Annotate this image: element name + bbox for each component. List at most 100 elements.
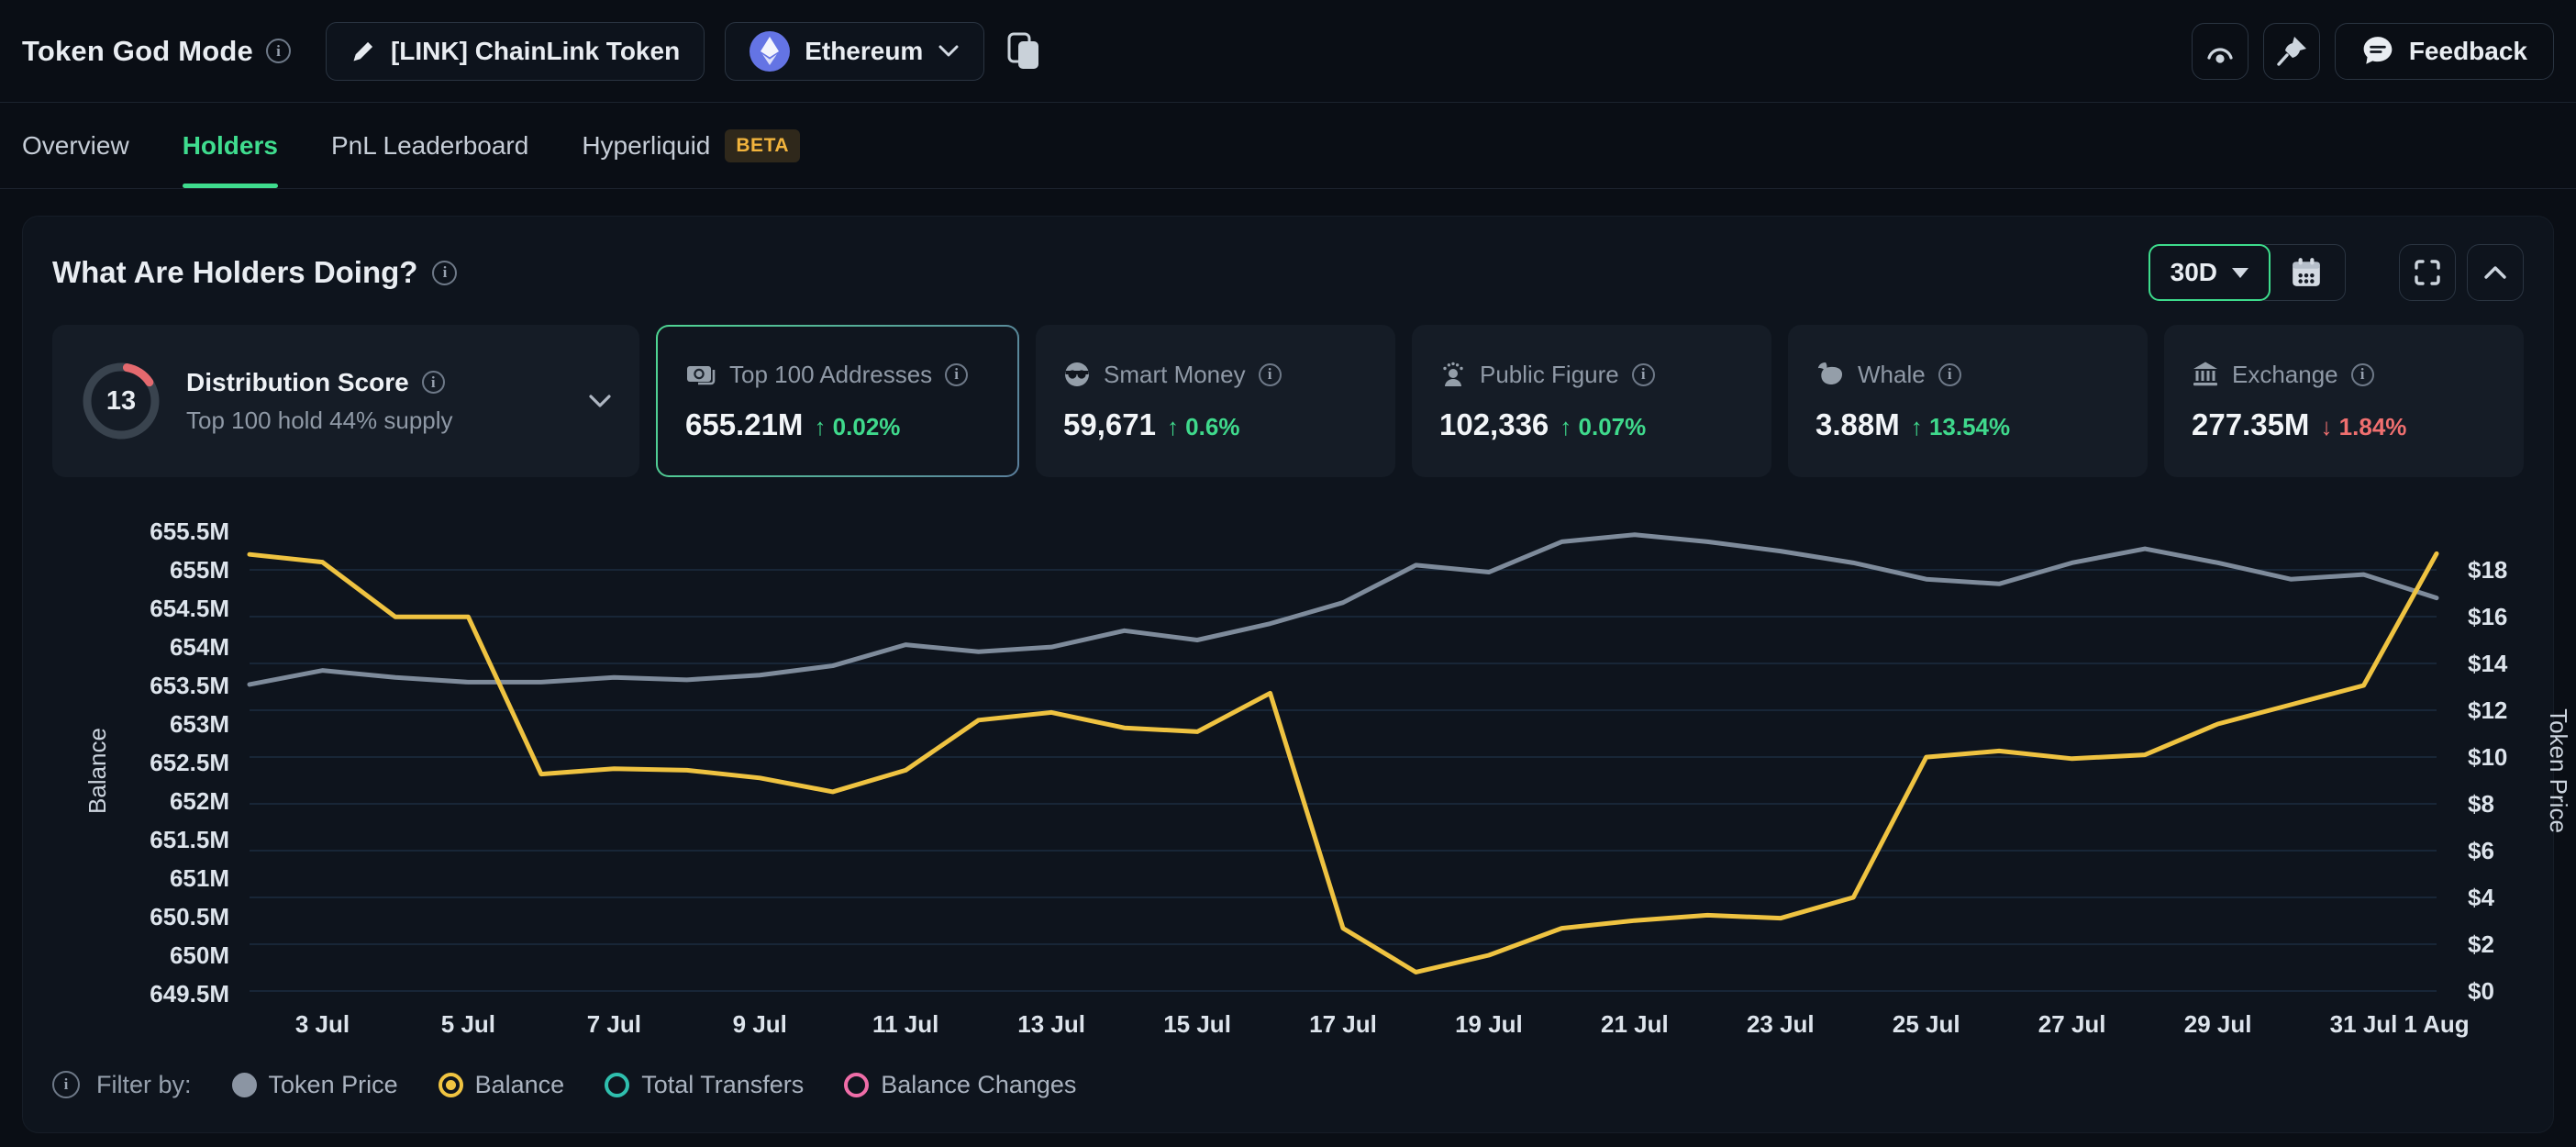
caret-down-icon [2232, 268, 2248, 278]
stat-label: Whale [1858, 361, 1926, 389]
svg-text:31 Jul: 31 Jul [2330, 1010, 2398, 1038]
total-transfers-ring-icon [605, 1073, 629, 1097]
distribution-score-subtitle: Top 100 hold 44% supply [186, 406, 453, 435]
legend-item-total-transfers[interactable]: Total Transfers [605, 1071, 804, 1099]
token-selector[interactable]: [LINK] ChainLink Token [326, 22, 705, 81]
tab-overview[interactable]: Overview [22, 103, 129, 188]
svg-text:11 Jul: 11 Jul [872, 1010, 938, 1038]
legend-item-balance[interactable]: Balance [439, 1071, 565, 1099]
legend-item-token-price[interactable]: Token Price [232, 1071, 398, 1099]
timeframe-dropdown[interactable]: 30D [2149, 244, 2271, 301]
holders-chart-svg[interactable]: 655.5M 655M 654.5M 654M 653.5M 653M 652.5M 652M… [52, 496, 2576, 1046]
fullscreen-button[interactable] [2399, 244, 2456, 301]
collapse-button[interactable] [2467, 244, 2524, 301]
stat-value: 277.35M [2192, 407, 2309, 442]
public-figure-icon [1439, 361, 1467, 388]
svg-text:$12: $12 [2468, 696, 2507, 724]
page-title: Token God Mode [22, 35, 253, 68]
banknote-icon [685, 362, 716, 387]
svg-text:3 Jul: 3 Jul [295, 1010, 350, 1038]
timeframe-group: 30D [2149, 244, 2346, 301]
stat-card-exchange[interactable]: Exchange 277.35M ↓ 1.84% [2164, 325, 2524, 477]
fullscreen-icon [2413, 258, 2442, 287]
calendar-icon [2290, 256, 2323, 289]
tab-bar: Overview Holders PnL Leaderboard Hyperli… [0, 103, 2576, 189]
svg-text:654.5M: 654.5M [150, 595, 229, 622]
tab-pnl-leaderboard[interactable]: PnL Leaderboard [331, 103, 528, 188]
legend-info-icon[interactable] [52, 1071, 80, 1098]
svg-text:653.5M: 653.5M [150, 672, 229, 699]
stat-delta: ↑ 0.02% [814, 413, 900, 441]
balance-changes-ring-icon [844, 1073, 869, 1097]
stat-label: Smart Money [1104, 361, 1246, 389]
panel-title-info-icon[interactable] [432, 261, 457, 285]
stat-info-icon[interactable] [1938, 363, 1961, 386]
stat-card-smart-money[interactable]: Smart Money 59,671 ↑ 0.6% [1036, 325, 1395, 477]
panel-controls: 30D [2149, 244, 2524, 301]
stat-info-icon[interactable] [1259, 363, 1282, 386]
balance-radio-icon [439, 1073, 463, 1097]
svg-text:25 Jul: 25 Jul [1893, 1010, 1960, 1038]
svg-text:652M: 652M [170, 787, 229, 815]
svg-text:653M: 653M [170, 710, 229, 738]
chart-legend: Filter by: Token Price Balance Total Tra… [52, 1059, 2524, 1110]
copy-address-button[interactable] [1006, 31, 1041, 72]
stat-value: 655.21M [685, 407, 803, 442]
stat-label: Public Figure [1480, 361, 1619, 389]
svg-text:$2: $2 [2468, 930, 2494, 958]
svg-text:5 Jul: 5 Jul [441, 1010, 495, 1038]
pin-icon [2275, 35, 2308, 68]
timeframe-label: 30D [2171, 258, 2217, 287]
holders-panel: What Are Holders Doing? 30D [22, 216, 2554, 1133]
panel-header: What Are Holders Doing? 30D [52, 244, 2524, 301]
pencil-icon [350, 39, 376, 64]
stat-card-whale[interactable]: Whale 3.88M ↑ 13.54% [1788, 325, 2148, 477]
svg-text:651.5M: 651.5M [150, 826, 229, 853]
svg-text:1 Aug: 1 Aug [2404, 1010, 2469, 1038]
distribution-score-info-icon[interactable] [422, 371, 445, 394]
holders-chart[interactable]: 655.5M 655M 654.5M 654M 653.5M 653M 652.5M 652M… [52, 496, 2524, 1046]
stat-value: 59,671 [1063, 407, 1156, 442]
svg-text:655M: 655M [170, 556, 229, 584]
svg-text:21 Jul: 21 Jul [1601, 1010, 1669, 1038]
stat-info-icon[interactable] [2351, 363, 2374, 386]
svg-text:17 Jul: 17 Jul [1309, 1010, 1377, 1038]
pin-button[interactable] [2263, 23, 2320, 80]
chevron-down-icon [938, 44, 960, 58]
watch-button[interactable] [2192, 23, 2248, 80]
stat-delta: ↑ 0.07% [1560, 413, 1646, 441]
svg-text:651M: 651M [170, 864, 229, 892]
active-tab-underline [183, 184, 278, 188]
svg-text:$14: $14 [2468, 650, 2508, 677]
bank-icon [2192, 361, 2219, 388]
svg-text:654M: 654M [170, 633, 229, 661]
svg-text:13 Jul: 13 Jul [1017, 1010, 1085, 1038]
svg-text:29 Jul: 29 Jul [2184, 1010, 2252, 1038]
svg-text:655.5M: 655.5M [150, 518, 229, 545]
distribution-score-card[interactable]: 13 Distribution Score Top 100 hold 44% s… [52, 325, 639, 477]
svg-text:652.5M: 652.5M [150, 749, 229, 776]
stat-info-icon[interactable] [945, 363, 968, 386]
token-price-dot-icon [232, 1073, 257, 1097]
tab-hyperliquid[interactable]: HyperliquidBETA [582, 103, 800, 188]
feedback-button[interactable]: Feedback [2335, 23, 2554, 80]
svg-text:19 Jul: 19 Jul [1455, 1010, 1523, 1038]
stat-info-icon[interactable] [1632, 363, 1655, 386]
beta-badge: BETA [725, 129, 800, 162]
copy-icon [1006, 31, 1041, 72]
stat-card-top-100-addresses[interactable]: Top 100 Addresses 655.21M ↑ 0.02% [656, 325, 1019, 477]
chevron-down-icon[interactable] [588, 394, 612, 408]
legend-item-balance-changes[interactable]: Balance Changes [844, 1071, 1076, 1099]
stat-label: Top 100 Addresses [729, 361, 932, 389]
svg-text:27 Jul: 27 Jul [2038, 1010, 2106, 1038]
tab-holders[interactable]: Holders [183, 103, 278, 188]
page-title-info-icon[interactable] [266, 39, 291, 63]
chain-selector[interactable]: Ethereum [725, 22, 984, 81]
svg-text:$0: $0 [2468, 977, 2494, 1005]
svg-text:$10: $10 [2468, 743, 2507, 771]
svg-text:Balance: Balance [83, 728, 111, 814]
distribution-score-gauge: 13 [80, 360, 162, 442]
stat-delta: ↑ 0.6% [1167, 413, 1240, 441]
svg-text:$16: $16 [2468, 603, 2507, 630]
stat-card-public-figure[interactable]: Public Figure 102,336 ↑ 0.07% [1412, 325, 1771, 477]
